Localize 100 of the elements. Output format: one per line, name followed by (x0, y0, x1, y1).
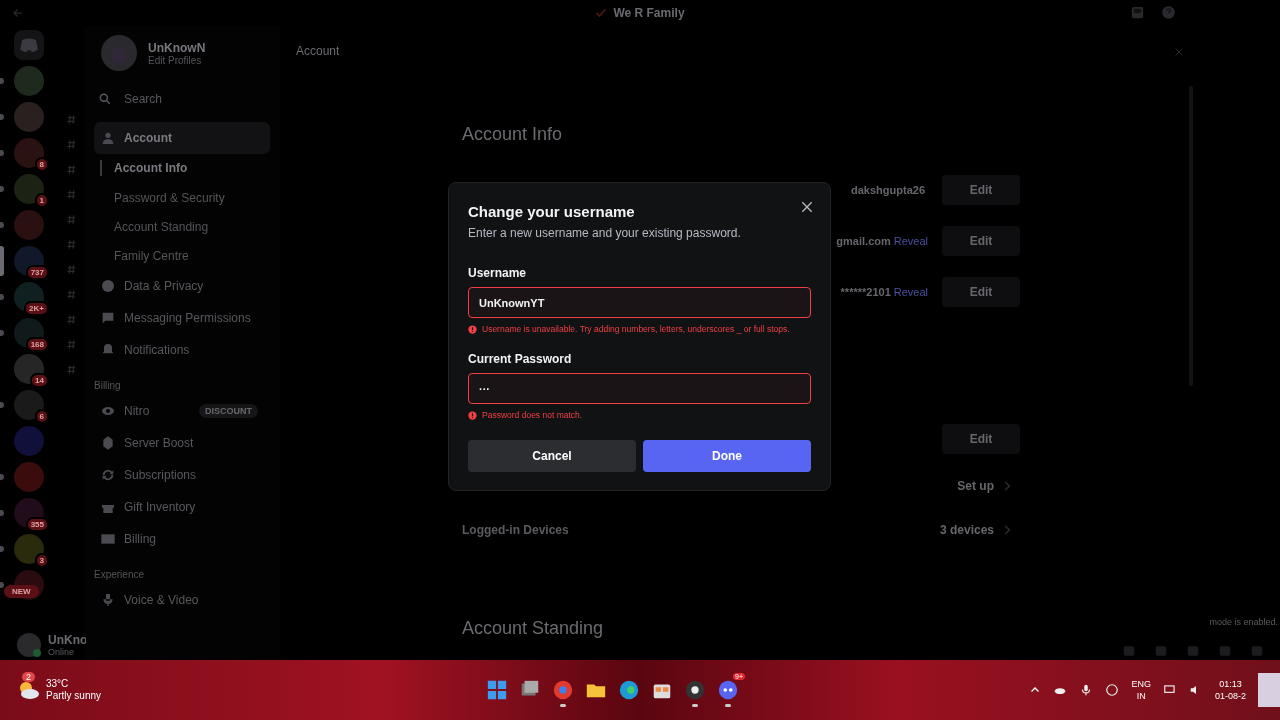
nav-item[interactable]: Account (94, 122, 270, 154)
user-avatar-image (1258, 673, 1280, 707)
unread-badge: 168 (25, 337, 49, 352)
taskbar-app-icon[interactable] (618, 679, 640, 701)
error-icon (468, 411, 477, 420)
nav-subitem[interactable]: Account Standing (94, 212, 270, 241)
unread-indicator (0, 78, 4, 84)
nav-icon (100, 130, 116, 146)
unread-badge: 737 (25, 265, 49, 280)
clock-time: 01:13 (1218, 678, 1243, 690)
nav-subitem[interactable]: Password & Security (94, 183, 270, 212)
nav-item[interactable]: Subscriptions (94, 459, 270, 491)
unread-indicator (0, 474, 4, 480)
hash-icon (65, 339, 77, 350)
nav-item[interactable]: Data & Privacy (94, 270, 270, 302)
setting-value[interactable]: 3 devices (939, 523, 994, 537)
input-field[interactable]: UnKnownYT (468, 287, 811, 318)
unread-badge: 355 (25, 517, 49, 532)
hash-icon (65, 139, 77, 150)
taskbar-app-icon[interactable] (717, 679, 739, 701)
field-label: Username (468, 266, 528, 280)
hash-icon (65, 164, 77, 175)
page-breadcrumb: Account (296, 44, 340, 58)
unread-indicator (0, 222, 4, 228)
nav-icon (100, 278, 116, 294)
hash-icon (65, 289, 77, 300)
user-name: UnKno (48, 633, 86, 647)
unread-indicator (0, 294, 4, 300)
nav-item[interactable]: Nitro DISCOUNT (94, 395, 270, 427)
nav-item[interactable]: Server Boost (94, 427, 270, 459)
server-item[interactable]: 355 (0, 498, 44, 528)
close-icon (799, 199, 815, 215)
nav-item[interactable]: Billing (94, 523, 270, 555)
error-message: Password does not match. (482, 409, 583, 422)
chat-logo-icon[interactable] (14, 30, 44, 60)
search-icon (98, 92, 112, 106)
server-item[interactable]: 8 (0, 138, 44, 168)
reveal-link[interactable]: Reveal (893, 285, 928, 298)
weather-temperature: 33°C (46, 678, 70, 690)
new-badge: NEW (4, 585, 39, 598)
server-item[interactable]: 2K+ (0, 282, 44, 312)
hash-icon (65, 114, 77, 125)
globe-icon[interactable] (1105, 683, 1120, 697)
field-value: gmail.com (836, 234, 891, 247)
taskbar-app-icon[interactable] (684, 679, 706, 701)
server-item[interactable]: 1 (0, 174, 44, 204)
edit-button[interactable]: Edit (942, 276, 1020, 307)
reveal-link[interactable]: Reveal (893, 234, 928, 247)
field-label: Current Password (468, 352, 573, 366)
field-value: ******2101 (840, 285, 891, 298)
server-item[interactable]: 3 (0, 534, 44, 564)
nav-icon (100, 435, 116, 451)
unread-indicator (0, 546, 4, 552)
setting-value[interactable]: Set up (957, 479, 994, 493)
weather-condition: Partly sunny (46, 690, 102, 702)
nav-icon (100, 592, 116, 608)
server-item[interactable]: 737 (0, 246, 44, 276)
setting-label: Logged-in Devices (462, 523, 569, 537)
hash-icon (65, 189, 77, 200)
nav-item[interactable]: Voice & Video (94, 584, 270, 616)
unread-badge: 14 (30, 373, 49, 388)
section-heading: Account Standing (462, 618, 605, 639)
field-value: dakshgupta26 (851, 183, 925, 196)
window-title: We R Family (613, 6, 685, 20)
language-code: ENG (1131, 678, 1151, 690)
section-heading: Billing (94, 379, 122, 393)
dialog-subtitle: Enter a new username and your existing password. (468, 226, 742, 240)
edit-button[interactable]: Edit (942, 174, 1020, 205)
edit-profile-link[interactable]: Edit Profiles (148, 54, 206, 66)
input-field[interactable]: ··· (468, 373, 811, 404)
server-item[interactable]: 6 (0, 390, 44, 420)
server-item[interactable]: NEW (0, 570, 44, 600)
running-indicator (692, 704, 698, 707)
close-button[interactable] (799, 199, 815, 215)
edit-button[interactable]: Edit (942, 423, 1020, 454)
nav-item[interactable]: Notifications (94, 334, 270, 366)
unread-badge: 2K+ (24, 301, 49, 316)
nav-subitem[interactable]: Account Info (100, 160, 270, 176)
nav-item[interactable]: Messaging Permissions (94, 302, 270, 334)
unread-indicator (0, 510, 4, 516)
server-item[interactable]: 168 (0, 318, 44, 348)
profile-avatar (100, 34, 138, 72)
done-button[interactable]: Done (643, 440, 811, 472)
unread-indicator (0, 330, 4, 336)
hash-icon (65, 364, 77, 375)
search-field[interactable]: Search (122, 91, 256, 107)
user-avatar (16, 632, 42, 658)
error-message: Username is unavailable. Try adding numbers, letters, underscores _ or full stops. (482, 323, 790, 336)
unread-indicator (0, 402, 4, 408)
cancel-button[interactable]: Cancel (468, 440, 636, 472)
nav-item[interactable]: Gift Inventory (94, 491, 270, 523)
hash-icon (65, 264, 77, 275)
profile-name: UnKnowN (148, 40, 206, 55)
nav-subitem[interactable]: Family Centre (94, 241, 270, 270)
edit-button[interactable]: Edit (942, 225, 1020, 256)
running-indicator (560, 704, 566, 707)
user-status: Online (48, 647, 75, 657)
region-code: IN (1135, 690, 1147, 702)
nav-icon (100, 531, 116, 547)
error-icon (468, 325, 477, 334)
